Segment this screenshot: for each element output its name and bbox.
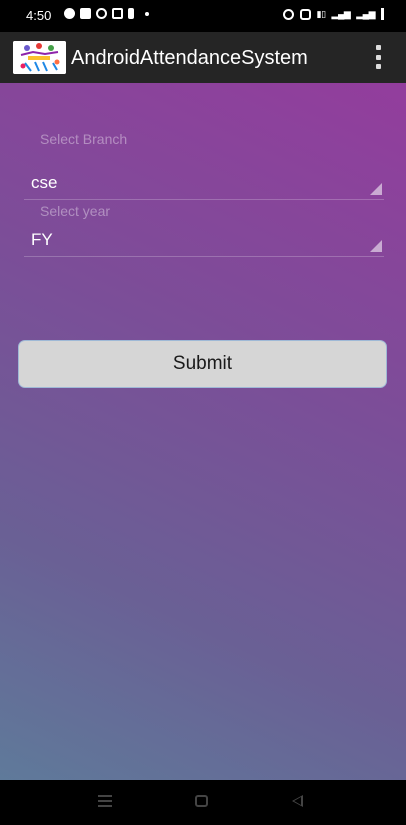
year-label: Select year <box>40 203 111 219</box>
signal-icon: ▂▄▆ <box>331 8 351 19</box>
instagram-icon <box>96 8 107 19</box>
status-time: 4:50 <box>26 8 52 23</box>
submit-button[interactable]: Submit <box>18 340 387 388</box>
status-right-icons: ▮▯ ▂▄▆ ▂▄▆ <box>282 8 384 20</box>
year-value: FY <box>31 230 53 249</box>
status-bar: 4:50 ▮▯ ▂▄▆ ▂▄▆ <box>0 0 406 32</box>
vibrate-icon <box>299 8 311 20</box>
year-spinner[interactable]: FY <box>24 230 384 257</box>
back-icon[interactable] <box>292 795 303 807</box>
status-left-icons <box>64 8 149 19</box>
app-logo-icon <box>13 41 66 74</box>
app-title: AndroidAttendanceSystem <box>71 47 308 69</box>
branch-value: cse <box>31 173 58 192</box>
dropdown-arrow-icon <box>370 183 382 195</box>
signal-2-icon: ▂▄▆ <box>356 8 375 19</box>
navigation-bar <box>0 780 406 825</box>
branch-spinner[interactable]: cse <box>24 173 384 200</box>
notification-icon <box>128 8 134 19</box>
youtube-icon <box>80 8 91 19</box>
recents-icon[interactable] <box>98 795 112 807</box>
screen: 4:50 ▮▯ ▂▄▆ ▂▄▆ AndroidAttendanceSystem … <box>0 0 406 825</box>
branch-label: Select Branch <box>40 131 128 147</box>
dropdown-arrow-icon <box>370 240 382 252</box>
gmail-icon <box>112 8 123 19</box>
content-area: Select Branch cse Select year FY Submit <box>0 83 406 780</box>
battery-icon <box>381 8 384 20</box>
alarm-icon <box>282 8 294 20</box>
app-bar: AndroidAttendanceSystem <box>0 32 406 83</box>
data-icon: ▮▯ <box>316 8 326 19</box>
whatsapp-icon <box>64 8 75 19</box>
dot-icon <box>145 11 149 16</box>
home-icon[interactable] <box>195 795 208 807</box>
overflow-menu-icon[interactable] <box>368 45 388 69</box>
